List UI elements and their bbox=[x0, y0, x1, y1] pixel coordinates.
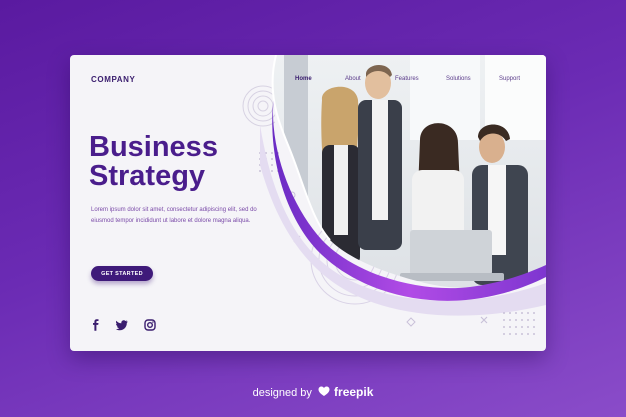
freepik-credit: designed by freepik bbox=[0, 385, 626, 399]
decorative-diamond bbox=[406, 317, 416, 327]
facebook-icon[interactable] bbox=[90, 319, 102, 331]
nav-about[interactable]: About bbox=[345, 76, 361, 82]
company-logo[interactable]: COMPANY bbox=[91, 75, 136, 84]
get-started-button[interactable]: GET STARTED bbox=[91, 266, 153, 281]
nav-solutions[interactable]: Solutions bbox=[446, 76, 471, 82]
twitter-icon[interactable] bbox=[116, 319, 128, 331]
instagram-icon[interactable] bbox=[144, 319, 156, 331]
title-line-2: Strategy bbox=[89, 160, 206, 192]
hero-photo bbox=[260, 55, 546, 316]
landing-card: COMPANY Home About Features Solutions Su… bbox=[70, 55, 546, 351]
hero-description: Lorem ipsum dolor sit amet, consectetur … bbox=[91, 207, 257, 224]
designed-by-text: designed by bbox=[252, 387, 312, 399]
page-title: Business Strategy bbox=[89, 133, 218, 191]
freepik-logo-icon bbox=[318, 386, 330, 396]
nav-features[interactable]: Features bbox=[395, 76, 419, 82]
title-line-1: Business bbox=[89, 131, 218, 163]
nav-home[interactable]: Home bbox=[295, 76, 312, 82]
nav-support[interactable]: Support bbox=[499, 76, 520, 82]
decorative-dot-grid-right bbox=[503, 312, 535, 335]
freepik-brand: freepik bbox=[334, 385, 374, 399]
decorative-cross-right bbox=[480, 316, 488, 324]
